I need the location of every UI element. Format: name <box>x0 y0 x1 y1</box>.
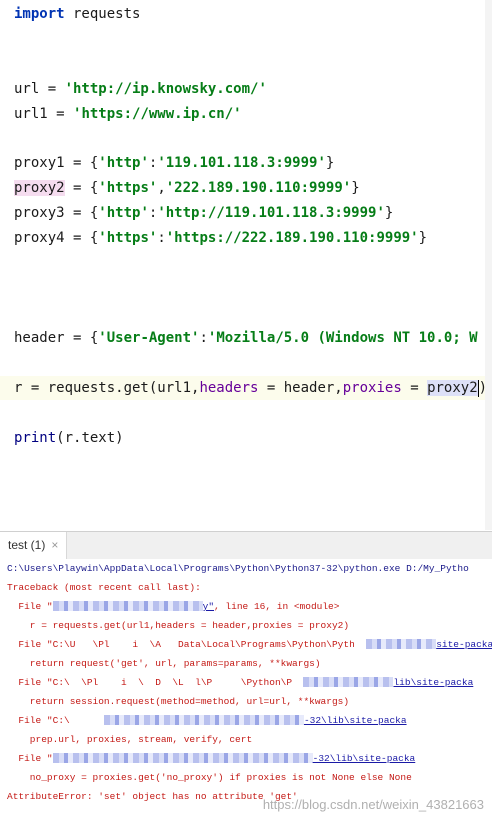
console-command: C:\Users\Playwin\AppData\Local\Programs\… <box>7 563 469 574</box>
traceback-code-line: no_proxy = proxies.get('no_proxy') if pr… <box>7 772 412 783</box>
traceback-file-link[interactable]: -32\lib\site-packa <box>304 715 407 726</box>
code-line-url[interactable]: url = 'http://ip.knowsky.com/' <box>14 78 267 100</box>
proxy2-value: '222.189.190.110:9999' <box>165 180 352 196</box>
traceback-file-link[interactable]: site-packa <box>436 639 492 650</box>
code-editor[interactable]: import requests url = 'http://ip.knowsky… <box>0 0 492 530</box>
url1-assign: url1 = <box>14 106 74 122</box>
request-call: r = requests.get(url1, <box>14 380 200 396</box>
watermark: https://blog.csdn.net/weixin_43821663 <box>262 797 484 812</box>
print-argument: (r.text) <box>56 430 124 446</box>
header-sep: : <box>199 330 208 346</box>
request-close: ) <box>478 380 488 396</box>
redacted-path <box>303 677 394 688</box>
proxies-kwarg: proxies <box>342 380 402 396</box>
traceback-file-line: File " y", line 16, in <module> <box>7 597 339 616</box>
traceback-file-link[interactable]: y" <box>203 601 214 612</box>
url1-string: 'https://www.ip.cn/' <box>73 106 242 122</box>
proxy3-close: } <box>384 205 394 221</box>
proxy1-key: 'http' <box>98 155 149 171</box>
proxy4-close: } <box>418 230 428 246</box>
run-tab[interactable]: test (1) × <box>0 532 68 559</box>
traceback-header: Traceback (most recent call last): <box>7 582 201 593</box>
redacted-path <box>52 601 203 612</box>
headers-assign: = header, <box>258 380 343 396</box>
proxy4-value: 'https://222.189.190.110:9999' <box>165 230 419 246</box>
traceback-code-line: return session.request(method=method, ur… <box>7 696 350 707</box>
traceback-file-line: File "C:\ \Pl i \ D \L l\P \Python\P lib… <box>7 673 473 692</box>
file-label: File <box>7 753 47 764</box>
traceback-file-line: File "C:\U \Pl i \A Data\Local\Programs\… <box>7 635 492 654</box>
code-line-import[interactable]: import requests <box>14 3 140 25</box>
run-tool-window-tabs: test (1) × <box>0 531 492 560</box>
code-line-request[interactable]: r = requests.get(url1,headers = header,p… <box>14 377 487 399</box>
traceback-location: , line 16, in <module> <box>214 601 340 612</box>
file-path-start: "C:\ \Pl i \ D \L l\P \Python\P <box>46 677 304 688</box>
traceback-code-line: return request('get', url, params=params… <box>7 658 321 669</box>
print-function: print <box>14 430 57 446</box>
code-line-print[interactable]: print(r.text) <box>14 427 124 449</box>
url-string: 'http://ip.knowsky.com/' <box>64 81 267 97</box>
proxy2-assign: = { <box>64 180 99 196</box>
close-icon[interactable]: × <box>51 538 58 552</box>
url-assign: url = <box>14 81 65 97</box>
traceback-file-line: File " -32\lib\site-packa <box>7 749 415 768</box>
header-assign: header = { <box>14 330 99 346</box>
traceback-file-link[interactable]: -32\lib\site-packa <box>313 753 416 764</box>
header-value: 'Mozilla/5.0 (Windows NT 10.0; W <box>207 330 478 346</box>
run-console[interactable]: C:\Users\Playwin\AppData\Local\Programs\… <box>0 559 492 820</box>
proxy2-sep: , <box>157 180 166 196</box>
proxy2-argument: proxy2 <box>427 380 478 396</box>
editor-scrollbar[interactable] <box>485 0 492 530</box>
proxies-assign: = <box>401 380 428 396</box>
redacted-path <box>103 715 304 726</box>
headers-kwarg: headers <box>199 380 259 396</box>
proxy4-key: 'https' <box>98 230 158 246</box>
redacted-path <box>366 639 437 650</box>
error-message: AttributeError: 'set' object has no attr… <box>7 791 298 802</box>
code-line-proxy2[interactable]: proxy2 = {'https','222.189.190.110:9999'… <box>14 177 360 199</box>
file-label: File <box>7 601 47 612</box>
code-line-header[interactable]: header = {'User-Agent':'Mozilla/5.0 (Win… <box>14 327 478 349</box>
file-label: File <box>7 677 47 688</box>
traceback-file-link[interactable]: lib\site-packa <box>393 677 473 688</box>
code-line-proxy4[interactable]: proxy4 = {'https':'https://222.189.190.1… <box>14 227 427 249</box>
file-path-start: "C:\U \Pl i \A Data\Local\Programs\Pytho… <box>46 639 367 650</box>
run-tab-label: test (1) <box>8 538 46 552</box>
file-path-start: "C:\ <box>46 715 104 726</box>
traceback-code-line: r = requests.get(url1,headers = header,p… <box>7 620 350 631</box>
proxy2-close: } <box>351 180 360 196</box>
proxy1-value: '119.101.118.3:9999' <box>157 155 326 171</box>
proxy4-assign: proxy4 = { <box>14 230 99 246</box>
file-label: File <box>7 639 47 650</box>
traceback-code-line: prep.url, proxies, stream, verify, cert <box>7 734 253 745</box>
proxy3-assign: proxy3 = { <box>14 205 99 221</box>
proxy2-key: 'https' <box>98 180 158 196</box>
header-key: 'User-Agent' <box>98 330 200 346</box>
proxy1-assign: proxy1 = { <box>14 155 99 171</box>
code-line-proxy1[interactable]: proxy1 = {'http':'119.101.118.3:9999'} <box>14 152 334 174</box>
code-line-url1[interactable]: url1 = 'https://www.ip.cn/' <box>14 103 242 125</box>
traceback-file-line: File "C:\ -32\lib\site-packa <box>7 711 407 730</box>
import-keyword: import <box>14 6 65 22</box>
file-label: File <box>7 715 47 726</box>
code-line-proxy3[interactable]: proxy3 = {'http':'http://119.101.118.3:9… <box>14 202 393 224</box>
proxy1-close: } <box>325 155 335 171</box>
proxy3-value: 'http://119.101.118.3:9999' <box>157 205 385 221</box>
proxy4-sep: : <box>157 230 166 246</box>
redacted-path <box>52 753 313 764</box>
proxy3-key: 'http' <box>98 205 149 221</box>
proxy2-variable: proxy2 <box>14 180 65 196</box>
import-module: requests <box>64 6 141 22</box>
